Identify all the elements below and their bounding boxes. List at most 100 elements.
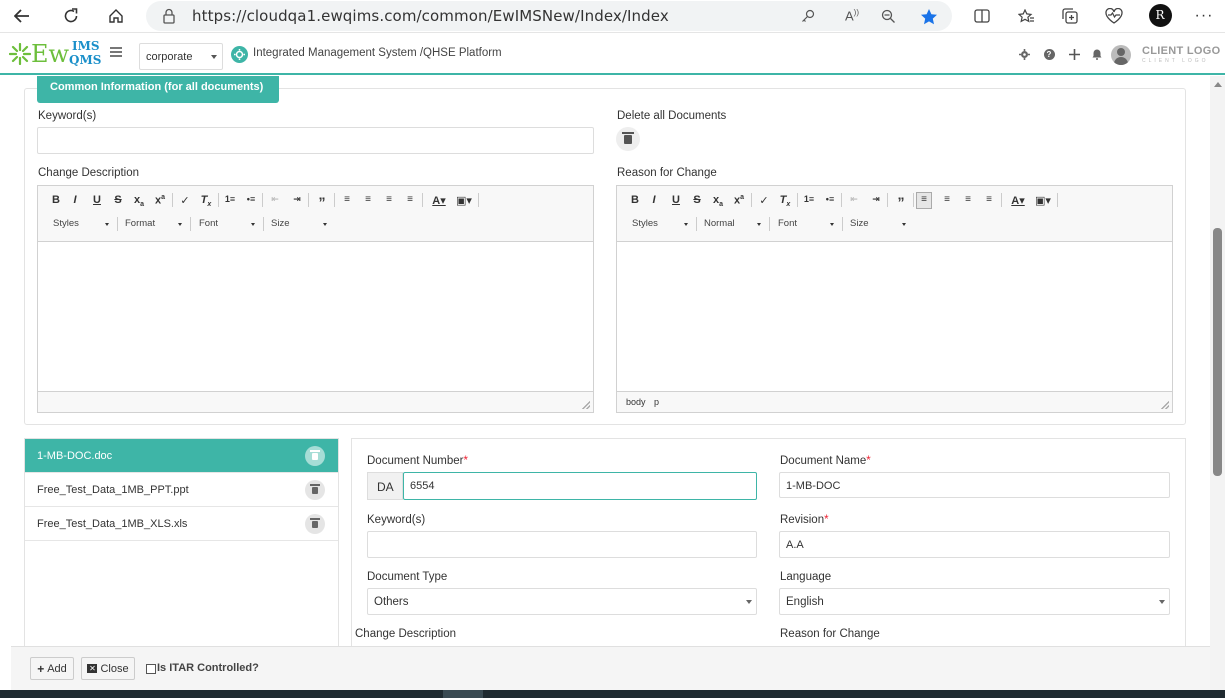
underline-icon[interactable]: U (668, 194, 684, 206)
blockquote-icon[interactable]: ” (893, 194, 909, 210)
size-combo[interactable]: Size (271, 218, 289, 229)
delete-file-button[interactable] (305, 446, 325, 466)
superscript-icon[interactable]: xa (152, 194, 168, 207)
browser-essentials-icon[interactable] (1102, 5, 1126, 27)
format-combo[interactable]: Normal (704, 218, 735, 229)
chevron-down-icon (684, 223, 688, 226)
element-path-body[interactable]: body (626, 397, 646, 407)
subscript-icon[interactable]: xa (710, 194, 726, 208)
document-keywords-input[interactable] (367, 531, 757, 558)
bold-icon[interactable]: B (627, 194, 643, 206)
delete-file-button[interactable] (305, 514, 325, 534)
superscript-icon[interactable]: xa (731, 194, 747, 207)
help-icon[interactable]: ? (1043, 48, 1055, 60)
text-color-icon[interactable]: A▾ (428, 194, 450, 207)
resize-grip-icon[interactable] (1161, 401, 1169, 409)
common-keywords-input[interactable] (37, 127, 594, 154)
italic-icon[interactable]: I (646, 194, 662, 206)
align-right-icon[interactable]: ≡ (381, 194, 397, 205)
document-keywords-label: Keyword(s) (367, 514, 426, 526)
delete-all-documents-button[interactable] (616, 127, 640, 151)
remove-format-icon[interactable]: Tx (777, 194, 793, 208)
background-color-icon[interactable]: ▣▾ (1032, 194, 1054, 207)
language-value: English (786, 596, 824, 608)
delete-file-button[interactable] (305, 480, 325, 500)
styles-combo[interactable]: Styles (53, 218, 79, 229)
profile-avatar[interactable]: R (1148, 3, 1172, 27)
font-combo[interactable]: Font (199, 218, 218, 229)
reason-for-change-editor: B I U S xa xa ✓ Tx 1≡ •≡ ⇤ ⇥ ” ≡ ≡ ≡ ≡ A… (616, 185, 1173, 413)
styles-combo[interactable]: Styles (632, 218, 658, 229)
scrollbar-thumb[interactable] (1213, 228, 1222, 476)
home-icon[interactable] (103, 4, 129, 28)
bold-icon[interactable]: B (48, 194, 64, 206)
strikethrough-icon[interactable]: S (689, 194, 705, 206)
increase-indent-icon[interactable]: ⇥ (868, 194, 884, 205)
language-select[interactable]: English (779, 588, 1170, 615)
zoom-out-icon[interactable] (876, 5, 900, 27)
align-center-icon[interactable]: ≡ (360, 194, 376, 205)
file-list-item[interactable]: Free_Test_Data_1MB_PPT.ppt (25, 473, 338, 507)
chevron-down-icon (178, 223, 182, 226)
align-right-icon[interactable]: ≡ (960, 194, 976, 205)
settings-gear-icon[interactable] (1018, 48, 1030, 60)
size-combo[interactable]: Size (850, 218, 868, 229)
refresh-icon[interactable] (58, 4, 84, 28)
strikethrough-icon[interactable]: S (110, 194, 126, 206)
italic-icon[interactable]: I (67, 194, 83, 206)
split-screen-icon[interactable] (970, 5, 994, 27)
favorite-star-icon[interactable] (917, 5, 941, 27)
align-center-icon[interactable]: ≡ (939, 194, 955, 205)
key-icon[interactable] (796, 5, 820, 27)
add-button[interactable]: + Add (30, 657, 74, 680)
app-logo[interactable]: Ew IMS QMS (9, 39, 101, 70)
subscript-icon[interactable]: xa (131, 194, 147, 208)
resize-grip-icon[interactable] (582, 401, 590, 409)
element-path-p[interactable]: p (654, 397, 659, 407)
organization-select[interactable]: corporate (139, 43, 223, 70)
editor-content-area[interactable] (617, 242, 1172, 391)
decrease-indent-icon[interactable]: ⇤ (267, 194, 283, 205)
align-left-icon[interactable]: ≡ (339, 194, 355, 205)
notification-bell-icon[interactable] (1091, 48, 1103, 60)
user-avatar[interactable] (1111, 45, 1131, 65)
revision-input[interactable]: A.A (779, 531, 1170, 558)
editor-content-area[interactable] (38, 242, 593, 391)
hamburger-menu-icon[interactable] (110, 47, 122, 57)
background-color-icon[interactable]: ▣▾ (453, 194, 475, 207)
scroll-up-arrow-icon[interactable] (1214, 82, 1222, 87)
bulleted-list-icon[interactable]: •≡ (243, 194, 259, 204)
back-icon[interactable] (9, 4, 35, 28)
add-icon[interactable] (1068, 48, 1080, 60)
font-combo[interactable]: Font (778, 218, 797, 229)
numbered-list-icon[interactable]: 1≡ (222, 194, 238, 204)
blockquote-icon[interactable]: ” (314, 194, 330, 210)
numbered-list-icon[interactable]: 1≡ (801, 194, 817, 204)
copy-formatting-icon[interactable]: ✓ (756, 194, 772, 207)
align-justify-icon[interactable]: ≡ (402, 194, 418, 205)
underline-icon[interactable]: U (89, 194, 105, 206)
page-scrollbar[interactable] (1210, 76, 1225, 698)
favorites-icon[interactable] (1014, 5, 1038, 27)
align-justify-icon[interactable]: ≡ (981, 194, 997, 205)
increase-indent-icon[interactable]: ⇥ (289, 194, 305, 205)
decrease-indent-icon[interactable]: ⇤ (846, 194, 862, 205)
more-options-icon[interactable]: ··· (1192, 5, 1216, 27)
itar-controlled-checkbox[interactable] (146, 664, 156, 674)
close-button[interactable]: ✕ Close (81, 657, 135, 680)
align-left-icon[interactable]: ≡ (916, 192, 932, 209)
bulleted-list-icon[interactable]: •≡ (822, 194, 838, 204)
remove-format-icon[interactable]: Tx (198, 194, 214, 208)
document-type-select[interactable]: Others (367, 588, 757, 615)
copy-formatting-icon[interactable]: ✓ (177, 194, 193, 207)
document-name-input[interactable]: 1-MB-DOC (779, 472, 1170, 498)
collections-icon[interactable] (1058, 5, 1082, 27)
document-number-input[interactable]: 6554 (403, 472, 757, 500)
file-list-item[interactable]: Free_Test_Data_1MB_XLS.xls (25, 507, 338, 541)
text-color-icon[interactable]: A▾ (1007, 194, 1029, 207)
read-aloud-icon[interactable]: A)) (840, 5, 864, 27)
address-bar[interactable]: https://cloudqa1.ewqims.com/common/EwIMS… (146, 1, 952, 31)
format-combo[interactable]: Format (125, 218, 155, 229)
taskbar-active-app[interactable] (443, 690, 483, 698)
file-list-item[interactable]: 1-MB-DOC.doc (25, 439, 338, 473)
